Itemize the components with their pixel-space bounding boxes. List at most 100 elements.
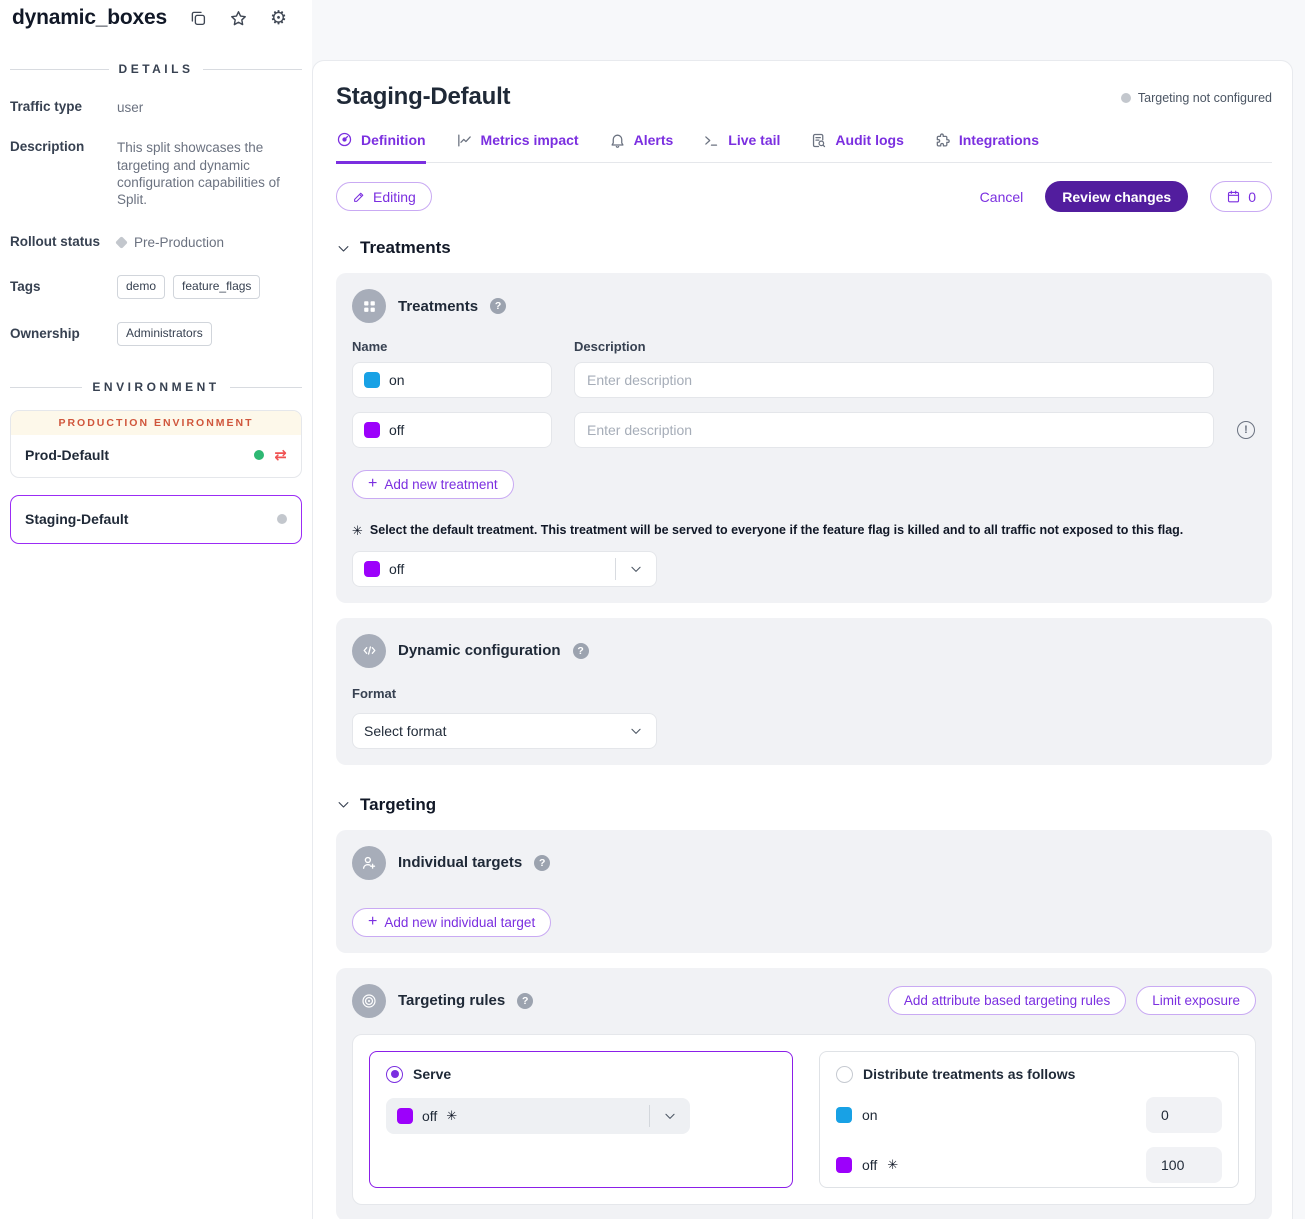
copy-icon[interactable]: [189, 9, 207, 27]
puzzle-icon: [934, 132, 951, 149]
ownership-row: Ownership Administrators: [10, 322, 302, 346]
bell-icon: [609, 132, 626, 149]
name-column-header: Name: [352, 339, 552, 354]
tab-metrics-impact[interactable]: Metrics impact: [456, 131, 579, 162]
treatments-section-toggle[interactable]: Treatments: [336, 238, 1272, 258]
tag-chip[interactable]: feature_flags: [173, 275, 260, 299]
default-treatment-marker-icon: ✳: [887, 1157, 898, 1173]
default-treatment-select[interactable]: off: [352, 551, 657, 587]
default-treatment-note: ✳ Select the default treatment. This tre…: [352, 523, 1256, 539]
distribute-percentage-input[interactable]: [1146, 1097, 1222, 1133]
targeting-rules-title: Targeting rules: [398, 992, 505, 1009]
tab-audit-logs[interactable]: Audit logs: [810, 131, 903, 162]
format-select[interactable]: Select format: [352, 713, 657, 749]
treatment-name-input[interactable]: off: [352, 412, 552, 448]
distribute-label: Distribute treatments as follows: [863, 1066, 1075, 1082]
scheduled-count: 0: [1248, 189, 1256, 205]
environment-card-staging[interactable]: Staging-Default: [10, 495, 302, 544]
main-background: Staging-Default Targeting not configured…: [312, 0, 1305, 1219]
metrics-chart-icon: [456, 132, 473, 149]
production-environment-banner: PRODUCTION ENVIRONMENT: [11, 411, 301, 435]
environment-name: Prod-Default: [25, 447, 109, 463]
add-new-individual-target-button[interactable]: + Add new individual target: [352, 908, 551, 937]
distribute-percentage-input[interactable]: [1146, 1147, 1222, 1183]
details-divider: DETAILS: [10, 62, 302, 76]
transfer-arrows-icon[interactable]: ⇄: [274, 448, 287, 463]
serve-radio[interactable]: [386, 1066, 403, 1083]
status-text: Targeting not configured: [1138, 91, 1272, 105]
environment-card-prod[interactable]: PRODUCTION ENVIRONMENT Prod-Default ⇄: [10, 410, 302, 478]
description-label: Description: [10, 139, 117, 208]
treatment-color-swatch: [836, 1107, 852, 1123]
treatment-description-input[interactable]: [574, 362, 1214, 398]
audit-log-icon: [810, 132, 827, 149]
status-dot-icon: [1121, 93, 1131, 103]
scheduled-changes-button[interactable]: 0: [1210, 181, 1272, 212]
distribute-row-off: off ✳: [836, 1147, 1222, 1183]
environment-name: Staging-Default: [25, 511, 128, 527]
treatment-color-swatch: [836, 1157, 852, 1173]
cancel-button[interactable]: Cancel: [980, 189, 1024, 205]
owner-chip[interactable]: Administrators: [117, 322, 212, 346]
details-heading: DETAILS: [119, 62, 194, 76]
targeting-rule-row: Serve off ✳: [352, 1034, 1256, 1205]
treatment-description-input[interactable]: [574, 412, 1214, 448]
help-icon[interactable]: ?: [517, 993, 533, 1009]
editing-button[interactable]: Editing: [336, 182, 432, 211]
definition-icon: [336, 131, 353, 148]
inactive-dot-icon: [277, 514, 287, 524]
chevron-down-icon: [336, 241, 351, 256]
format-label: Format: [352, 686, 1256, 701]
add-new-treatment-button[interactable]: + Add new treatment: [352, 470, 514, 499]
tab-live-tail[interactable]: Live tail: [703, 131, 780, 162]
rollout-status-value: Pre-Production: [134, 234, 224, 251]
distribute-row-on: on: [836, 1097, 1222, 1133]
chevron-down-icon: [616, 562, 656, 576]
default-treatment-marker-icon: ✳: [446, 1108, 457, 1124]
flag-title: dynamic_boxes: [12, 6, 167, 30]
environment-detail-card: Staging-Default Targeting not configured…: [312, 60, 1293, 1219]
chevron-down-icon: [650, 1109, 690, 1123]
info-icon[interactable]: !: [1237, 421, 1255, 439]
tab-integrations[interactable]: Integrations: [934, 131, 1039, 162]
treatment-color-swatch: [397, 1108, 413, 1124]
app-header: dynamic_boxes ⚙: [0, 0, 312, 30]
treatments-section-title: Treatments: [360, 238, 451, 258]
star-icon[interactable]: [229, 9, 248, 28]
dynamic-configuration-card: Dynamic configuration ? Format Select fo…: [336, 618, 1272, 765]
details-section: Traffic type user Description This split…: [0, 99, 312, 346]
add-attribute-rules-button[interactable]: Add attribute based targeting rules: [888, 986, 1126, 1015]
help-icon[interactable]: ?: [534, 855, 550, 871]
distribute-panel[interactable]: Distribute treatments as follows on off: [819, 1051, 1239, 1188]
treatments-card: Treatments ? Name Description on off: [336, 273, 1272, 603]
treatment-color-swatch: [364, 422, 380, 438]
tab-alerts[interactable]: Alerts: [609, 131, 674, 162]
ownership-label: Ownership: [10, 326, 117, 346]
tag-chip[interactable]: demo: [117, 275, 165, 299]
rollout-status-diamond-icon: [115, 237, 128, 250]
serve-treatment-select[interactable]: off ✳: [386, 1098, 690, 1134]
targeting-section-title: Targeting: [360, 795, 436, 815]
help-icon[interactable]: ?: [490, 298, 506, 314]
treatment-name-input[interactable]: on: [352, 362, 552, 398]
serve-panel[interactable]: Serve off ✳: [369, 1051, 793, 1188]
individual-targets-title: Individual targets: [398, 854, 522, 871]
default-treatment-marker-icon: ✳: [352, 523, 363, 539]
traffic-type-row: Traffic type user: [10, 99, 302, 116]
distribute-radio[interactable]: [836, 1066, 853, 1083]
gear-icon[interactable]: ⚙: [270, 9, 287, 28]
dynamic-configuration-title: Dynamic configuration: [398, 642, 561, 659]
target-icon: [352, 984, 386, 1018]
traffic-type-label: Traffic type: [10, 99, 117, 116]
tab-definition[interactable]: Definition: [336, 131, 426, 164]
help-icon[interactable]: ?: [573, 643, 589, 659]
plus-icon: +: [368, 914, 377, 930]
treatments-card-title: Treatments: [398, 298, 478, 315]
tags-label: Tags: [10, 279, 117, 299]
page-title: Staging-Default: [336, 83, 510, 111]
environment-heading: ENVIRONMENT: [92, 380, 219, 394]
review-changes-button[interactable]: Review changes: [1045, 181, 1188, 212]
limit-exposure-button[interactable]: Limit exposure: [1136, 986, 1256, 1015]
pencil-icon: [352, 190, 366, 204]
targeting-section-toggle[interactable]: Targeting: [336, 795, 1272, 815]
